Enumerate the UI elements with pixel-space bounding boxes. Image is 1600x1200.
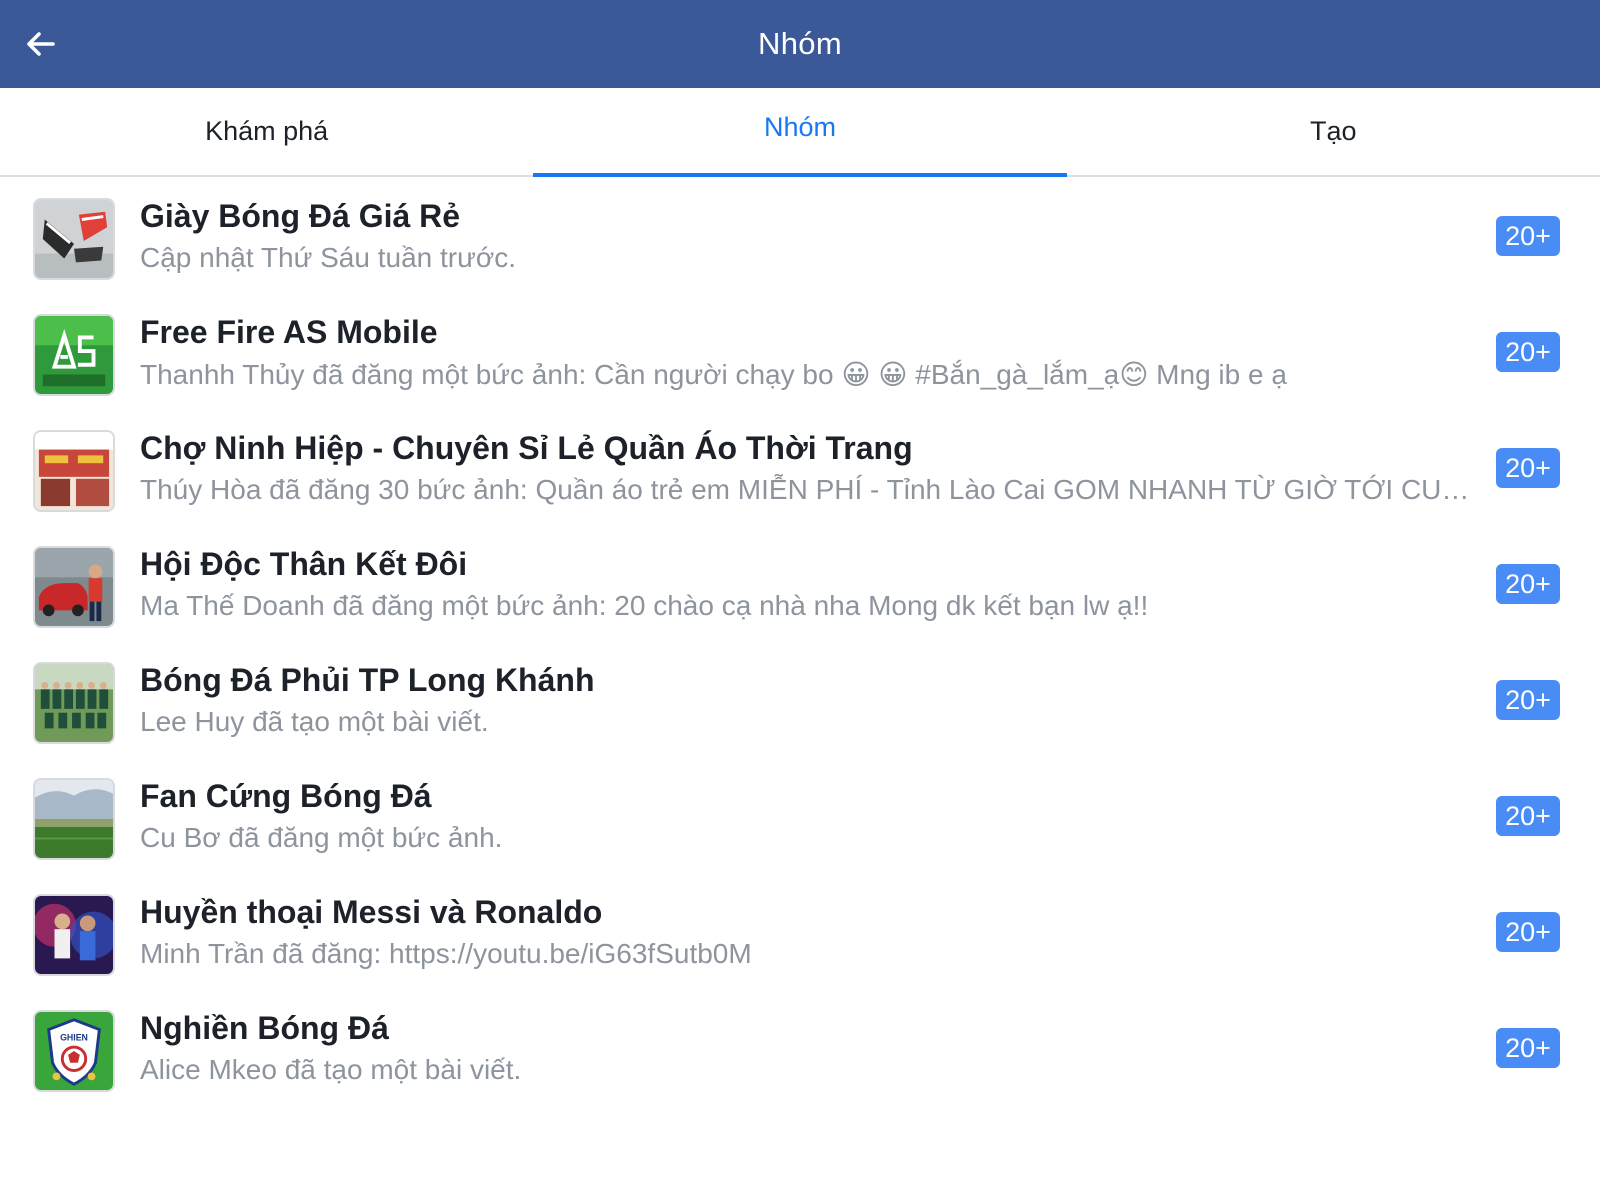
- group-name: Hội Độc Thân Kết Đôi: [140, 546, 468, 582]
- group-name: Free Fire AS Mobile: [140, 314, 438, 350]
- app-header: Nhóm: [0, 0, 1600, 88]
- list-item[interactable]: Free Fire AS Mobile Thanhh Thủy đã đăng …: [0, 302, 1600, 418]
- group-name: Chợ Ninh Hiệp - Chuyên Sỉ Lẻ Quần Áo Thờ…: [140, 430, 913, 466]
- tab-discover[interactable]: Khám phá: [0, 88, 533, 175]
- group-name: Bóng Đá Phủi TP Long Khánh: [140, 662, 595, 698]
- list-item[interactable]: Hội Độc Thân Kết Đôi Ma Thế Doanh đã đăn…: [0, 534, 1600, 650]
- as-mobile-logo-image: [35, 316, 113, 394]
- tab-bar: Khám phá Nhóm Tạo: [0, 88, 1600, 177]
- list-item[interactable]: Giày Bóng Đá Giá Rẻ Cập nhật Thứ Sáu tuầ…: [0, 186, 1600, 302]
- count-badge: 20+: [1496, 216, 1560, 256]
- group-name: Giày Bóng Đá Giá Rẻ: [140, 198, 461, 234]
- back-button[interactable]: [22, 26, 58, 62]
- man-with-car-image: [35, 548, 113, 626]
- football-team-photo-image: [35, 664, 113, 742]
- list-item[interactable]: GHIEN Nghiền Bóng Đá Alice Mkeo đã tạo m…: [0, 998, 1600, 1114]
- count-badge: 20+: [1496, 564, 1560, 604]
- group-list: Giày Bóng Đá Giá Rẻ Cập nhật Thứ Sáu tuầ…: [0, 186, 1600, 1114]
- football-field-image: [35, 780, 113, 858]
- count-badge: 20+: [1496, 796, 1560, 836]
- count-badge: 20+: [1496, 448, 1560, 488]
- page-title: Nhóm: [758, 26, 842, 61]
- ghien-bong-da-logo-image: GHIEN: [35, 1012, 113, 1090]
- group-activity: Lee Huy đã tạo một bài viết.: [140, 706, 489, 737]
- count-badge: 20+: [1496, 912, 1560, 952]
- group-name: Nghiền Bóng Đá: [140, 1010, 389, 1046]
- count-badge: 20+: [1496, 332, 1560, 372]
- group-name: Fan Cứng Bóng Đá: [140, 778, 432, 814]
- logo-text: GHIEN: [60, 1032, 88, 1042]
- group-activity: Thanhh Thủy đã đăng một bức ảnh: Cần ngư…: [140, 359, 1287, 390]
- group-name: Huyền thoại Messi và Ronaldo: [140, 894, 603, 930]
- group-thumbnail: [33, 198, 115, 280]
- tab-create[interactable]: Tạo: [1067, 88, 1600, 175]
- group-thumbnail: GHIEN: [33, 1010, 115, 1092]
- count-badge: 20+: [1496, 1028, 1560, 1068]
- arrow-left-icon: [27, 32, 55, 56]
- group-thumbnail: [33, 430, 115, 512]
- group-activity: Cập nhật Thứ Sáu tuần trước.: [140, 242, 516, 273]
- list-item[interactable]: Fan Cứng Bóng Đá Cu Bơ đã đăng một bức ả…: [0, 766, 1600, 882]
- group-activity: Alice Mkeo đã tạo một bài viết.: [140, 1054, 522, 1085]
- count-badge: 20+: [1496, 680, 1560, 720]
- group-thumbnail: [33, 778, 115, 860]
- group-thumbnail: [33, 894, 115, 976]
- list-item[interactable]: Chợ Ninh Hiệp - Chuyên Sỉ Lẻ Quần Áo Thờ…: [0, 418, 1600, 534]
- group-thumbnail: [33, 662, 115, 744]
- group-thumbnail: [33, 314, 115, 396]
- messi-ronaldo-poster-image: [35, 896, 113, 974]
- list-item[interactable]: Huyền thoại Messi và Ronaldo Minh Trần đ…: [0, 882, 1600, 998]
- market-storefront-image: [35, 432, 113, 510]
- list-item[interactable]: Bóng Đá Phủi TP Long Khánh Lee Huy đã tạ…: [0, 650, 1600, 766]
- group-activity: Thúy Hòa đã đăng 30 bức ảnh: Quần áo trẻ…: [140, 474, 1480, 505]
- group-activity: Ma Thế Doanh đã đăng một bức ảnh: 20 chà…: [140, 590, 1149, 621]
- tab-groups[interactable]: Nhóm: [533, 88, 1067, 177]
- soccer-shoes-image: [35, 200, 113, 278]
- group-thumbnail: [33, 546, 115, 628]
- group-activity: Cu Bơ đã đăng một bức ảnh.: [140, 822, 503, 853]
- group-activity: Minh Trần đã đăng: https://youtu.be/iG63…: [140, 938, 752, 969]
